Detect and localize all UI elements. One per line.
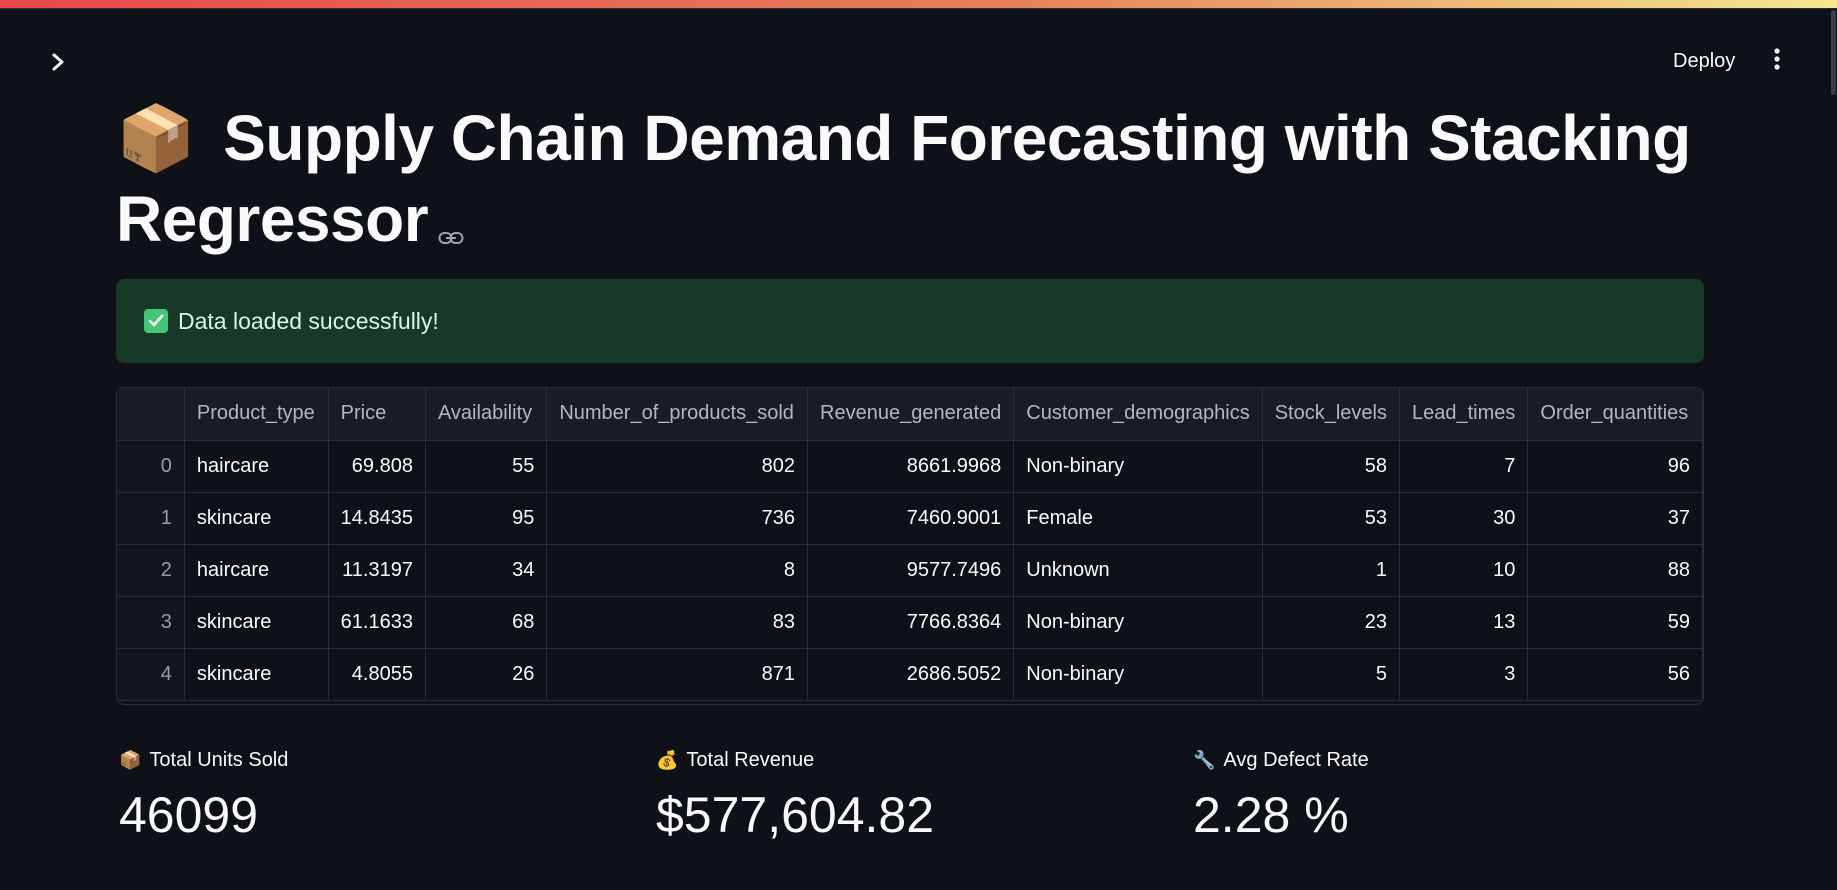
- column-header[interactable]: Stock_levels: [1262, 388, 1401, 441]
- table-cell[interactable]: 736: [546, 492, 809, 545]
- table-row: 4 skincare 4.8055 26 871 2686.5052 Non-b…: [117, 648, 1703, 701]
- table-cell[interactable]: 68: [425, 596, 548, 649]
- table-cell[interactable]: 871: [546, 648, 809, 701]
- dataframe-table[interactable]: Product_type Price Availability Number_o…: [116, 387, 1704, 705]
- row-index: 4: [117, 648, 185, 701]
- metric-label: Total Units Sold: [149, 748, 289, 771]
- metric-total-units-sold: 📦 Total Units Sold 46099: [119, 748, 288, 844]
- success-alert-message: Data loaded successfully!: [178, 307, 439, 334]
- metric-value: 2.28 %: [1193, 787, 1349, 843]
- column-header[interactable]: Customer_demographics: [1013, 388, 1263, 441]
- table-cell[interactable]: 96: [1527, 440, 1703, 493]
- table-cell[interactable]: 10: [1399, 544, 1529, 597]
- chevron-right-icon: [50, 52, 66, 77]
- table-row: 0 haircare 69.808 55 802 8661.9968 Non-b…: [117, 440, 1703, 493]
- table-cell[interactable]: 8: [546, 544, 809, 597]
- anchor-link-icon[interactable]: [438, 184, 464, 265]
- row-index: 3: [117, 596, 185, 649]
- top-decoration-bar: [0, 0, 1837, 9]
- row-index: 0: [117, 440, 185, 493]
- main-menu-button[interactable]: [1764, 44, 1790, 78]
- table-cell[interactable]: 11.3197: [328, 544, 426, 597]
- table-cell[interactable]: 9577.7496: [807, 544, 1015, 597]
- success-alert: Data loaded successfully!: [116, 279, 1704, 363]
- table-cell[interactable]: skincare: [184, 492, 329, 545]
- table-cell[interactable]: 56: [1527, 648, 1703, 701]
- scrollbar-thumb[interactable]: [1831, 10, 1836, 95]
- table-cell[interactable]: 14.8435: [328, 492, 426, 545]
- money-bag-icon: 💰: [656, 749, 679, 770]
- column-header[interactable]: Lead_times: [1399, 388, 1529, 441]
- table-cell[interactable]: 88: [1527, 544, 1703, 597]
- table-cell[interactable]: Unknown: [1013, 544, 1263, 597]
- table-cell[interactable]: 23: [1262, 596, 1401, 649]
- kebab-menu-icon: [1773, 47, 1781, 76]
- metric-label: Total Revenue: [686, 748, 815, 771]
- table-cell[interactable]: 30: [1399, 492, 1529, 545]
- table-cell[interactable]: skincare: [184, 648, 329, 701]
- table-cell[interactable]: 61.1633: [328, 596, 426, 649]
- table-cell[interactable]: 7460.9001: [807, 492, 1015, 545]
- page-title-text: Supply Chain Demand Forecasting with Sta…: [116, 102, 1691, 255]
- package-icon: 📦: [119, 749, 142, 770]
- table-cell[interactable]: Non-binary: [1013, 596, 1263, 649]
- table-cell[interactable]: 13: [1399, 596, 1529, 649]
- wrench-icon: 🔧: [1193, 749, 1216, 770]
- metric-avg-defect-rate: 🔧 Avg Defect Rate 2.28 %: [1193, 748, 1369, 844]
- table-cell[interactable]: 4.8055: [328, 648, 426, 701]
- table-row: 2 haircare 11.3197 34 8 9577.7496 Unknow…: [117, 544, 1703, 597]
- package-icon: 📦: [116, 102, 196, 174]
- table-cell[interactable]: haircare: [184, 544, 329, 597]
- table-cell[interactable]: 7766.8364: [807, 596, 1015, 649]
- table-row: 1 skincare 14.8435 95 736 7460.9001 Fema…: [117, 492, 1703, 545]
- metric-value: $577,604.82: [656, 787, 935, 843]
- page-title: 📦 Supply Chain Demand Forecasting with St…: [116, 98, 1716, 265]
- column-header[interactable]: Price: [328, 388, 426, 441]
- column-header[interactable]: Product_type: [184, 388, 329, 441]
- table-cell[interactable]: 55: [425, 440, 548, 493]
- table-cell[interactable]: 34: [425, 544, 548, 597]
- table-cell[interactable]: 2686.5052: [807, 648, 1015, 701]
- column-header[interactable]: Availability: [425, 388, 548, 441]
- table-header-row: Product_type Price Availability Number_o…: [117, 388, 1703, 441]
- sidebar-expand-button[interactable]: [46, 52, 70, 76]
- table-cell[interactable]: 8661.9968: [807, 440, 1015, 493]
- table-cell[interactable]: 802: [546, 440, 809, 493]
- metric-label: Avg Defect Rate: [1223, 748, 1369, 771]
- table-cell[interactable]: 58: [1262, 440, 1401, 493]
- table-cell[interactable]: 1: [1262, 544, 1401, 597]
- table-cell[interactable]: 83: [546, 596, 809, 649]
- metric-total-revenue: 💰 Total Revenue $577,604.82: [656, 748, 934, 844]
- table-cell[interactable]: 53: [1262, 492, 1401, 545]
- table-cell[interactable]: 5: [1262, 648, 1401, 701]
- table-cell[interactable]: Female: [1013, 492, 1263, 545]
- table-cell[interactable]: 26: [425, 648, 548, 701]
- table-cell[interactable]: Non-binary: [1013, 648, 1263, 701]
- deploy-button[interactable]: Deploy: [1665, 44, 1743, 78]
- table-cell[interactable]: 7: [1399, 440, 1529, 493]
- column-header[interactable]: Revenue_generated: [807, 388, 1015, 441]
- table-cell[interactable]: 59: [1527, 596, 1703, 649]
- table-row: 3 skincare 61.1633 68 83 7766.8364 Non-b…: [117, 596, 1703, 649]
- column-header[interactable]: Number_of_products_sold: [546, 388, 809, 441]
- table-cell[interactable]: 69.808: [328, 440, 426, 493]
- table-cell[interactable]: 3: [1399, 648, 1529, 701]
- row-index: 2: [117, 544, 185, 597]
- table-cell[interactable]: skincare: [184, 596, 329, 649]
- row-index: 1: [117, 492, 185, 545]
- metric-value: 46099: [119, 787, 259, 843]
- table-cell[interactable]: haircare: [184, 440, 329, 493]
- table-cell[interactable]: 37: [1527, 492, 1703, 545]
- column-header[interactable]: Order_quantities: [1527, 388, 1703, 441]
- index-column-header: [117, 388, 185, 441]
- table-cell[interactable]: 95: [425, 492, 548, 545]
- table-cell[interactable]: Non-binary: [1013, 440, 1263, 493]
- checkmark-icon: [144, 309, 168, 333]
